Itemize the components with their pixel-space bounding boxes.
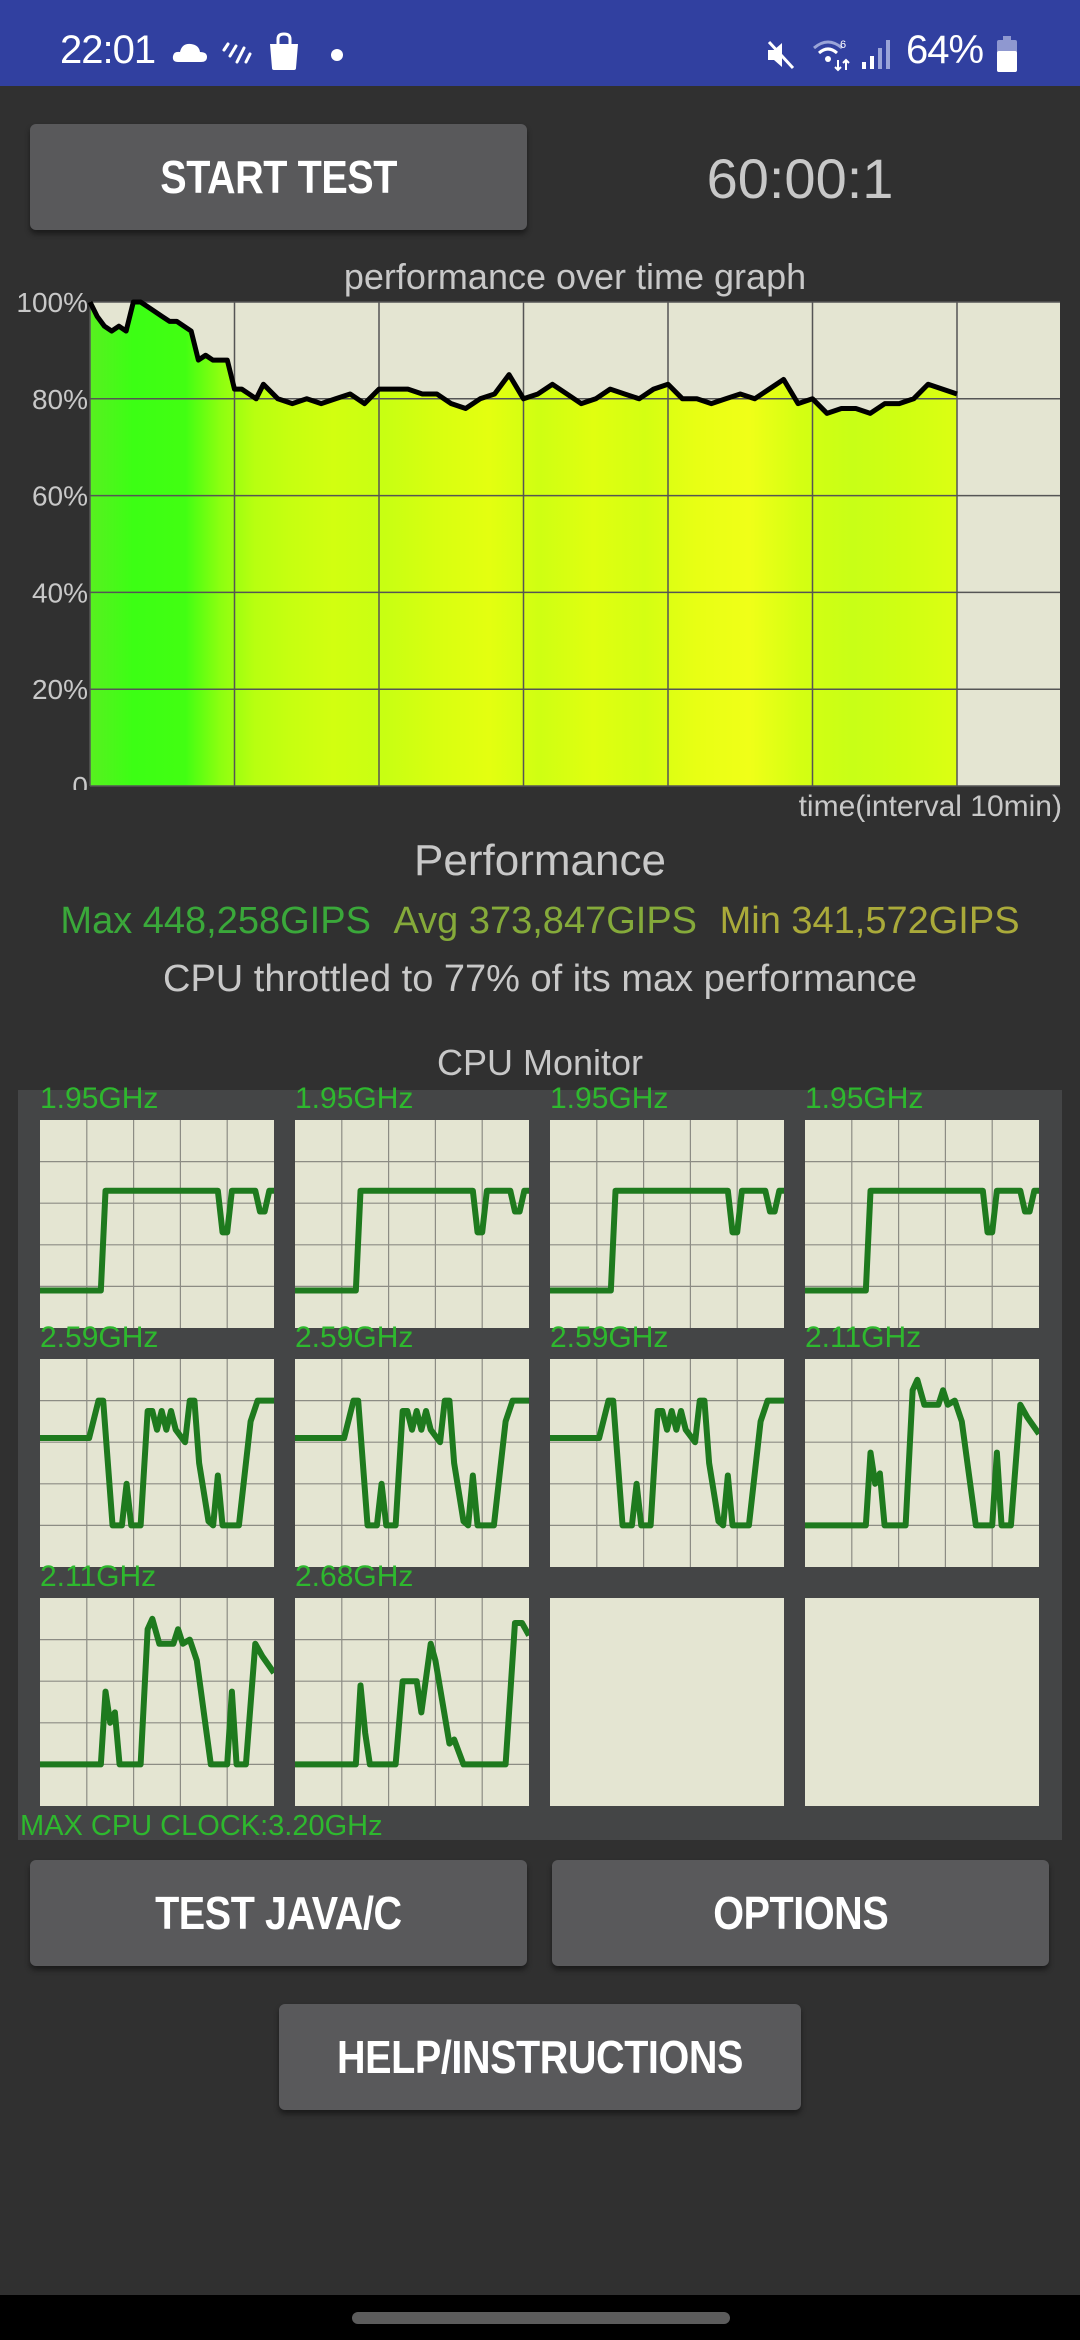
core-usage-line [550, 1397, 784, 1529]
core-graph-11 [550, 1598, 784, 1806]
y-tick-label: 80% [32, 384, 88, 415]
mute-icon [767, 40, 795, 70]
svg-text:6: 6 [840, 39, 846, 51]
core-usage-chart [295, 1359, 529, 1567]
core-usage-chart [805, 1359, 1039, 1567]
core-usage-line [40, 1187, 274, 1294]
core-graph-2 [295, 1120, 529, 1328]
core-graph-7 [550, 1359, 784, 1567]
core-usage-line [295, 1619, 529, 1768]
y-tick-label: 20% [32, 674, 88, 705]
core-frequency-label: 1.95GHz [40, 1082, 159, 1115]
core-graph-1 [40, 1120, 274, 1328]
test-duration-timer[interactable]: 60:00:1 [680, 146, 920, 211]
max-gips: Max 448,258GIPS [60, 900, 371, 942]
status-time: 22:01 [60, 28, 156, 72]
core-frequency-label: 2.68GHz [295, 1560, 414, 1593]
y-tick-label: 100% [16, 290, 88, 318]
core-frequency-label: 2.59GHz [295, 1321, 414, 1354]
performance-heading: Performance [414, 836, 666, 885]
y-tick-label: 40% [32, 577, 88, 608]
signal-icon [862, 40, 890, 69]
core-usage-line [40, 1615, 274, 1768]
core-frequency-label: 2.59GHz [40, 1321, 159, 1354]
core-graph-6 [295, 1359, 529, 1567]
core-usage-line [295, 1397, 529, 1529]
home-gesture-handle[interactable] [352, 2312, 730, 2324]
core-graph-10 [295, 1598, 529, 1806]
core-frequency-label: 2.11GHz [40, 1560, 157, 1593]
y-tick-label: 60% [32, 481, 88, 512]
core-usage-chart [295, 1598, 529, 1806]
battery-percent: 64% [906, 28, 984, 72]
core-usage-chart [550, 1359, 784, 1567]
core-frequency-label: 2.11GHz [805, 1321, 922, 1354]
performance-graph: 0 20% 40% 60% 80% 100% [16, 290, 1060, 790]
x-axis-label: time(interval 10min) [798, 790, 1062, 823]
shopping-bag-icon [270, 32, 298, 70]
core-usage-line [295, 1187, 529, 1294]
performance-stats: Max 448,258GIPS Avg 373,847GIPS Min 341,… [0, 900, 1080, 943]
y-tick-label: 0 [72, 771, 88, 790]
core-graph-12 [805, 1598, 1039, 1806]
core-usage-line [805, 1187, 1039, 1294]
core-usage-line [550, 1187, 784, 1294]
core-graph-9 [40, 1598, 274, 1806]
help-instructions-label: HELP/INSTRUCTIONS [337, 2031, 743, 2083]
options-button[interactable]: OPTIONS [552, 1860, 1049, 1966]
core-frequency-label: 2.59GHz [550, 1321, 669, 1354]
cloud-icon [172, 43, 207, 62]
core-graph-4 [805, 1120, 1039, 1328]
status-bar: 22:01 6 64% [0, 0, 1080, 86]
test-java-c-label: TEST JAVA/C [155, 1887, 402, 1939]
cpu-monitor-heading: CPU Monitor [436, 1042, 644, 1083]
wifi6-icon: 6 [813, 39, 850, 72]
core-usage-line [40, 1397, 274, 1529]
dot-icon [331, 49, 343, 61]
core-usage-chart [805, 1120, 1039, 1328]
start-test-label: START TEST [160, 151, 397, 203]
core-usage-line [805, 1376, 1039, 1529]
core-usage-chart [550, 1120, 784, 1328]
core-frequency-label: 1.95GHz [805, 1082, 924, 1115]
battery-icon [997, 36, 1017, 72]
avg-gips: Avg 373,847GIPS [393, 900, 698, 942]
max-cpu-clock: MAX CPU CLOCK:3.20GHz [20, 1810, 383, 1842]
core-graph-8 [805, 1359, 1039, 1567]
core-usage-chart [295, 1120, 529, 1328]
core-frequency-label: 1.95GHz [550, 1082, 669, 1115]
test-java-c-button[interactable]: TEST JAVA/C [30, 1860, 527, 1966]
rain-icon [222, 42, 252, 64]
core-usage-chart [40, 1598, 274, 1806]
core-graph-3 [550, 1120, 784, 1328]
core-frequency-label: 1.95GHz [295, 1082, 414, 1115]
core-usage-chart [40, 1359, 274, 1567]
help-instructions-button[interactable]: HELP/INSTRUCTIONS [279, 2004, 801, 2110]
core-usage-chart [40, 1120, 274, 1328]
core-graph-5 [40, 1359, 274, 1567]
min-gips: Min 341,572GIPS [719, 900, 1020, 942]
throttle-summary: CPU throttled to 77% of its max performa… [163, 958, 917, 1000]
options-label: OPTIONS [712, 1887, 889, 1939]
start-test-button[interactable]: START TEST [30, 124, 527, 230]
